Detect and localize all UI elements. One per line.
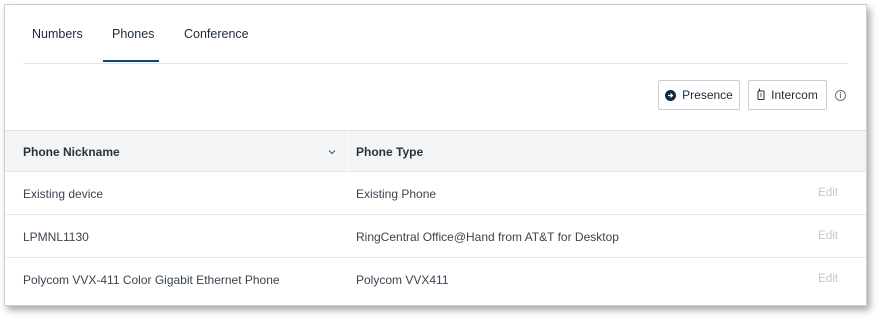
- tab-numbers[interactable]: Numbers: [32, 27, 83, 41]
- phone-nickname-cell: Polycom VVX-411 Color Gigabit Ethernet P…: [23, 273, 280, 287]
- chevron-down-icon[interactable]: [328, 148, 336, 156]
- phone-nickname-cell: LPMNL1130: [23, 230, 89, 244]
- table-row: Polycom VVX-411 Color Gigabit Ethernet P…: [5, 258, 866, 301]
- arrow-circle-icon: [665, 89, 677, 101]
- presence-button[interactable]: Presence: [658, 80, 740, 110]
- edit-link[interactable]: Edit: [818, 273, 838, 285]
- table-row: Existing device Existing Phone Edit: [5, 172, 866, 215]
- phones-panel: Numbers Phones Conference Presence Inter…: [4, 4, 867, 306]
- table-row: LPMNL1130 RingCentral Office@Hand from A…: [5, 215, 866, 258]
- edit-link[interactable]: Edit: [818, 187, 838, 199]
- active-tab-indicator: [103, 60, 159, 62]
- presence-button-label: Presence: [682, 88, 733, 102]
- phones-table: Phone Nickname Phone Type Existing devic…: [5, 130, 866, 301]
- intercom-button[interactable]: Intercom: [748, 80, 827, 110]
- column-divider: [348, 131, 349, 172]
- phone-handset-icon: [757, 88, 765, 103]
- phone-type-cell: RingCentral Office@Hand from AT&T for De…: [356, 230, 619, 244]
- info-icon[interactable]: i: [835, 90, 846, 101]
- tab-conference[interactable]: Conference: [184, 27, 249, 41]
- table-header: Phone Nickname Phone Type: [5, 130, 866, 172]
- tab-phones[interactable]: Phones: [112, 27, 154, 41]
- phone-nickname-cell: Existing device: [23, 187, 104, 201]
- phone-type-cell: Polycom VVX411: [356, 273, 449, 287]
- tab-bar: Numbers Phones Conference: [23, 5, 848, 64]
- column-header-nickname[interactable]: Phone Nickname: [23, 145, 120, 159]
- column-header-type: Phone Type: [356, 145, 424, 159]
- phone-type-cell: Existing Phone: [356, 187, 437, 201]
- intercom-button-label: Intercom: [771, 88, 818, 102]
- edit-link[interactable]: Edit: [818, 230, 838, 242]
